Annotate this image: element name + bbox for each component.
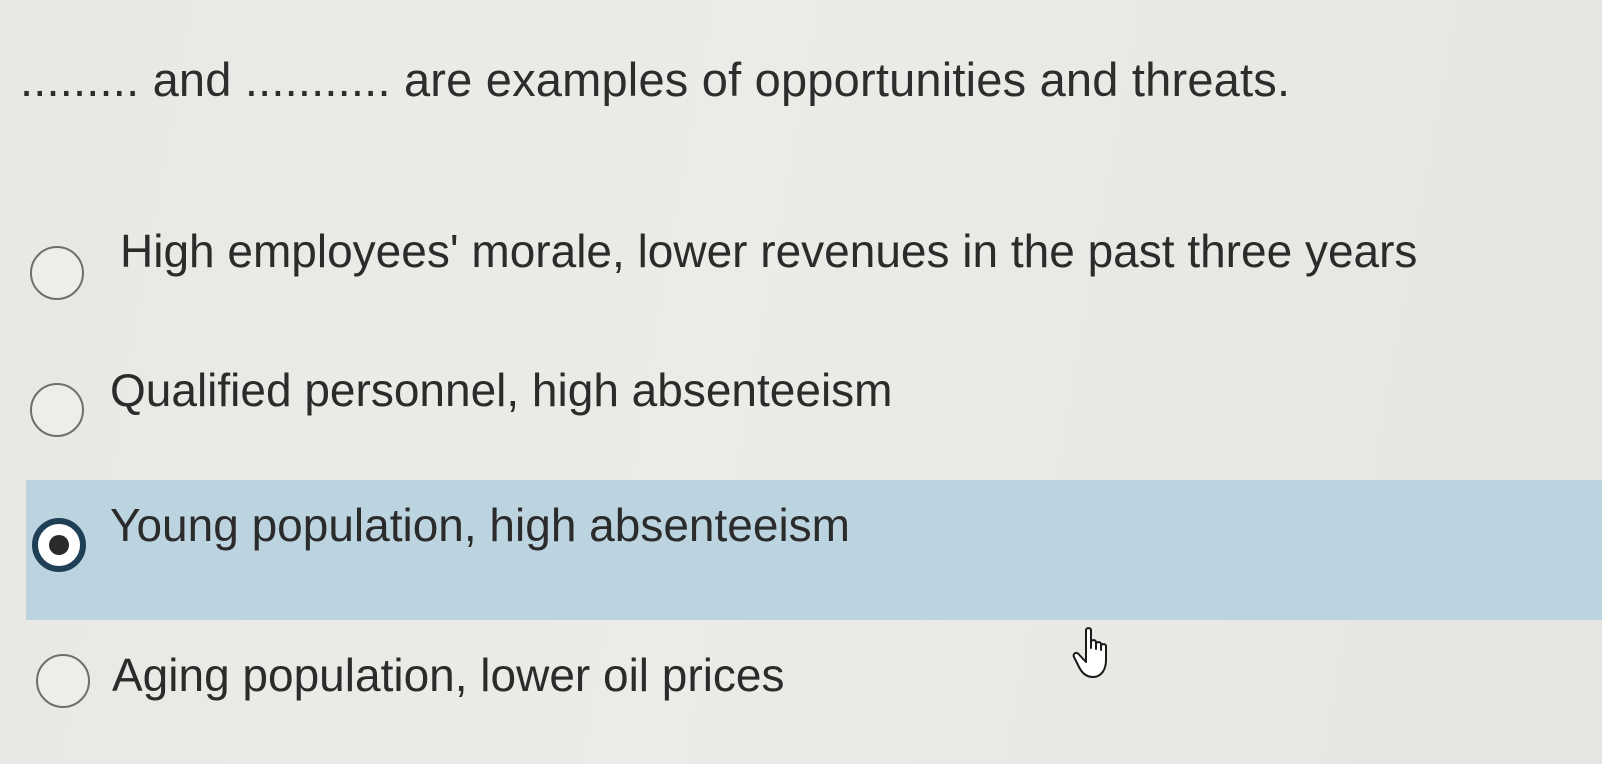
radio-button-option-3[interactable]: [32, 518, 86, 572]
radio-selected-dot-icon: [49, 535, 69, 555]
radio-button-option-1[interactable]: [30, 246, 84, 300]
option-2-label[interactable]: Qualified personnel, high absenteeism: [110, 363, 893, 417]
quiz-question-panel: ......... and ........... are examples o…: [0, 0, 1602, 764]
option-1-label[interactable]: High employees' morale, lower revenues i…: [120, 224, 1417, 278]
question-text: ......... and ........... are examples o…: [20, 53, 1291, 106]
option-4-label[interactable]: Aging population, lower oil prices: [112, 648, 785, 702]
option-4[interactable]: Aging population, lower oil prices: [26, 620, 1602, 760]
option-2[interactable]: Qualified personnel, high absenteeism: [26, 330, 1602, 470]
option-3[interactable]: Young population, high absenteeism: [26, 480, 1602, 620]
radio-button-option-2[interactable]: [30, 383, 84, 437]
option-3-label[interactable]: Young population, high absenteeism: [110, 498, 850, 552]
option-1[interactable]: High employees' morale, lower revenues i…: [26, 190, 1602, 330]
radio-button-option-4[interactable]: [36, 654, 90, 708]
hand-pointer-icon: [1072, 627, 1107, 678]
